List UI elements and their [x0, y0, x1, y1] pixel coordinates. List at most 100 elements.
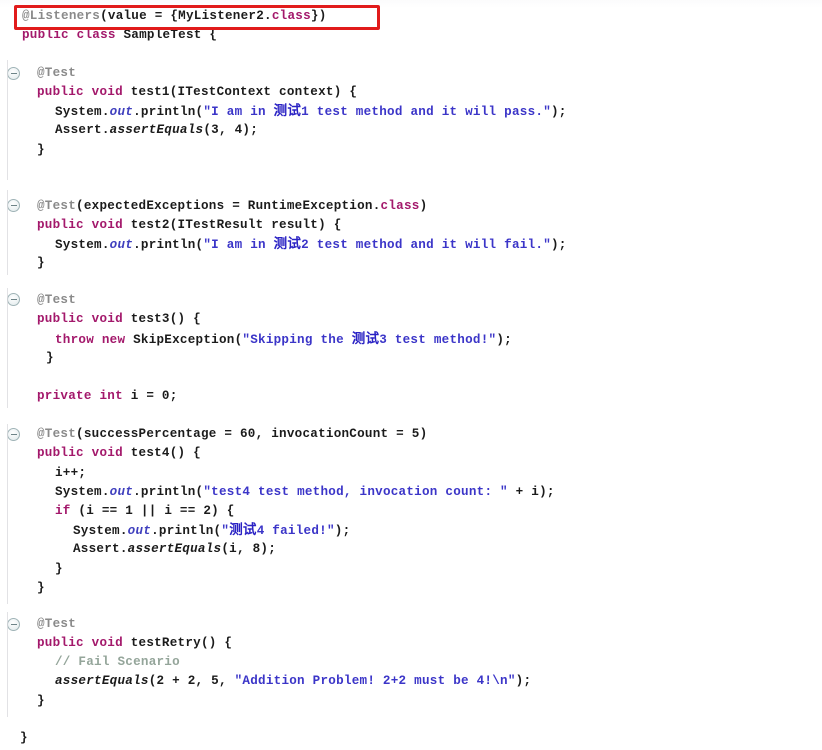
code-line-testretry-annotation[interactable]: @Test [37, 617, 76, 632]
code-token: System. [55, 238, 110, 252]
code-token: assertEquals [127, 542, 222, 556]
code-line-test2-signature[interactable]: public void test2(ITestResult result) { [37, 218, 342, 233]
code-token: i++; [55, 466, 87, 480]
code-token: assertEquals [55, 674, 149, 688]
code-token: ); [551, 238, 567, 252]
code-token: throw new [55, 333, 134, 347]
code-line-test2-println[interactable]: System.out.println("I am in 测试2 test met… [55, 236, 567, 253]
code-token: public void [37, 85, 131, 99]
code-token: } [37, 694, 45, 708]
code-token: .println( [133, 238, 204, 252]
code-token: ) [419, 199, 428, 213]
code-token: if [55, 504, 71, 518]
code-token: "Addition Problem! 2+2 must be 4!\n" [234, 674, 516, 688]
code-token: "test4 test method, invocation count: " [203, 485, 508, 499]
code-line-test1-close[interactable]: } [37, 143, 45, 158]
code-editor-view[interactable]: @Listeners(value = {MyListener2.class}) p… [0, 0, 822, 750]
code-token: test2(ITestResult result) { [130, 218, 342, 232]
code-line-test3-throw[interactable]: throw new SkipException("Skipping the 测试… [55, 331, 512, 348]
code-token: test3() { [130, 312, 201, 326]
code-token: (2 + 2, 5, [148, 674, 235, 688]
code-line-test4-increment[interactable]: i++; [55, 466, 86, 481]
code-token: 3 test method!" [379, 333, 497, 347]
code-line-test4-println[interactable]: System.out.println("test4 test method, i… [55, 485, 555, 500]
code-token: System. [55, 105, 110, 119]
code-token: 测试 [273, 236, 302, 252]
code-token: (value = {MyListener2. [100, 9, 272, 23]
code-token: "I am in [203, 105, 274, 119]
code-token: "I am in [203, 238, 274, 252]
code-token: class [271, 9, 311, 23]
code-token: .println( [133, 105, 204, 119]
code-token: out [109, 485, 134, 499]
indent-guide [7, 288, 8, 408]
code-token: SampleTest { [123, 28, 218, 42]
code-token: "Skipping the [242, 333, 352, 347]
code-line-test3-close[interactable]: } [46, 351, 54, 366]
code-token: public void [37, 312, 131, 326]
code-token: 测试 [229, 522, 257, 538]
code-line-testretry-signature[interactable]: public void testRetry() { [37, 636, 232, 651]
code-line-field-i[interactable]: private int i = 0; [37, 389, 178, 404]
code-token: 2 test method and it will fail." [301, 238, 551, 252]
code-line-test4-if[interactable]: if (i == 1 || i == 2) { [55, 504, 235, 519]
code-token: public void [37, 636, 131, 650]
code-line-test4-signature[interactable]: public void test4() { [37, 446, 201, 461]
code-line-test4-println-failed[interactable]: System.out.println("测试4 failed!"); [73, 522, 351, 539]
code-token: (i, 8); [221, 542, 277, 556]
code-line-test4-close[interactable]: } [37, 581, 45, 596]
code-token: public void [37, 218, 131, 232]
code-line-testretry-assert[interactable]: assertEquals(2 + 2, 5, "Addition Problem… [55, 674, 531, 689]
code-line-test1-annotation[interactable]: @Test [37, 66, 76, 81]
code-token: } [55, 562, 63, 576]
code-line-test4-assert[interactable]: Assert.assertEquals(i, 8); [73, 542, 276, 557]
code-line-test3-annotation[interactable]: @Test [37, 293, 76, 308]
code-token: i = 0; [130, 389, 178, 403]
code-line-listeners-annotation[interactable]: @Listeners(value = {MyListener2.class}) [22, 9, 327, 24]
code-token: System. [55, 485, 110, 499]
code-token: 测试 [351, 331, 380, 347]
code-line-testretry-close[interactable]: } [37, 694, 45, 709]
code-token: } [37, 143, 45, 157]
code-token: (successPercentage = 60, invocationCount… [76, 427, 428, 441]
code-line-test1-assert[interactable]: Assert.assertEquals(3, 4); [55, 123, 258, 138]
code-line-test1-signature[interactable]: public void test1(ITestContext context) … [37, 85, 357, 100]
code-line-class-close[interactable]: } [20, 731, 28, 746]
code-token: @Test [37, 293, 77, 307]
code-token: ); [551, 105, 567, 119]
code-token: } [37, 256, 45, 270]
code-line-test1-println[interactable]: System.out.println("I am in 测试1 test met… [55, 104, 567, 120]
code-token: System. [73, 524, 128, 538]
code-token: .println( [151, 524, 222, 538]
code-token: } [20, 731, 28, 745]
indent-guide [7, 612, 8, 717]
code-token: ); [334, 524, 351, 538]
code-token: (i == 1 || i == 2) { [70, 504, 235, 518]
code-token: @Test [37, 617, 77, 631]
code-line-test4-if-close[interactable]: } [55, 562, 63, 577]
code-token: ); [515, 674, 532, 688]
code-token: out [109, 238, 134, 252]
code-token: Assert. [73, 542, 128, 556]
code-token: @Test [37, 66, 77, 80]
code-token: + i); [507, 485, 555, 499]
code-line-test2-annotation[interactable]: @Test(expectedExceptions = RuntimeExcept… [37, 199, 427, 214]
code-token: out [109, 105, 134, 119]
code-token: @Listeners [22, 9, 101, 23]
code-token: @Test [37, 427, 77, 441]
code-line-test2-close[interactable]: } [37, 256, 45, 271]
code-line-testretry-comment[interactable]: // Fail Scenario [55, 655, 180, 670]
code-line-class-declaration[interactable]: public class SampleTest { [22, 28, 217, 43]
indent-guide [7, 424, 8, 604]
code-token: (3, 4); [203, 123, 259, 137]
code-token: public class [22, 28, 124, 42]
code-token: private int [37, 389, 131, 403]
code-token: class [380, 199, 420, 213]
code-token: }) [310, 9, 327, 23]
code-line-test4-annotation[interactable]: @Test(successPercentage = 60, invocation… [37, 427, 427, 442]
indent-guide [7, 190, 8, 275]
code-content-layer[interactable]: @Listeners(value = {MyListener2.class}) p… [0, 0, 822, 750]
code-line-test3-signature[interactable]: public void test3() { [37, 312, 201, 327]
code-token: } [37, 581, 45, 595]
code-token: Assert. [55, 123, 110, 137]
